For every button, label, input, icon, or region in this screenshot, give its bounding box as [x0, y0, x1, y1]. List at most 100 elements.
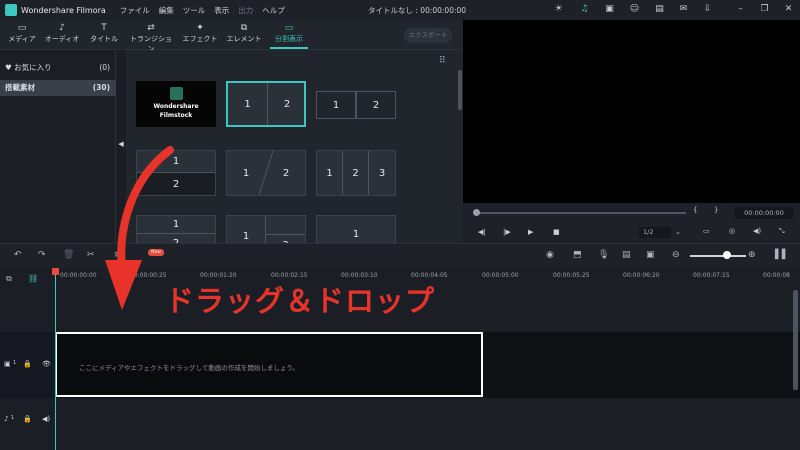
mark-out-icon[interactable]: } — [714, 206, 718, 214]
save-icon[interactable]: ▤ — [654, 4, 665, 15]
app-name: Wondershare Filmora — [21, 5, 106, 15]
split-preset-single[interactable]: 1 — [316, 215, 396, 243]
timeline-scrollbar[interactable] — [793, 290, 798, 390]
playhead[interactable] — [55, 268, 56, 450]
menu-help[interactable]: ヘルプ — [262, 5, 285, 16]
lock-icon[interactable]: 🔒 — [23, 360, 32, 368]
zoom-in-icon[interactable]: ⊕ — [748, 250, 756, 260]
category-sidebar: ♥ お気に入り (0) 搭載素材 (30) — [0, 50, 116, 243]
grid-view-icon[interactable]: ⠿ — [439, 56, 446, 66]
grid-scrollbar[interactable] — [458, 70, 462, 110]
eye-icon[interactable]: 👁 — [42, 360, 51, 368]
ruler-tick: 00:00:00:00 — [60, 272, 97, 279]
lock-icon[interactable]: 🔒 — [23, 415, 32, 423]
transition-icon: ⇄ — [147, 23, 155, 33]
account-icon[interactable]: ☺ — [629, 4, 640, 15]
tab-title[interactable]: T タイトル — [82, 22, 126, 44]
menu-tools[interactable]: ツール — [183, 5, 206, 16]
zoom-out-icon[interactable]: ⊖ — [672, 250, 680, 260]
delete-icon[interactable]: 🗑 — [63, 250, 74, 260]
audio-track-icon: ♪ — [4, 415, 9, 423]
menu-edit[interactable]: 編集 — [159, 5, 174, 16]
title-bar: Wondershare Filmora ファイル 編集 ツール 表示 出力 ヘル… — [0, 0, 800, 20]
preview-scrubber[interactable] — [476, 212, 686, 214]
split-preset-2-vertical[interactable]: 1 2 — [226, 81, 306, 127]
zoom-slider-track[interactable] — [690, 255, 746, 257]
menu-export[interactable]: 出力 — [238, 5, 253, 16]
volume-icon[interactable]: ◀) — [753, 227, 761, 235]
video-track-icon: ▣ — [4, 360, 11, 368]
monitor-icon[interactable]: ▭ — [703, 227, 710, 235]
ruler-tick: 00:00:08 — [763, 272, 790, 279]
panel-toggle-icon[interactable]: ▌▌ — [775, 250, 789, 260]
stop-icon[interactable]: ■ — [553, 228, 560, 236]
ruler-tick: 00:00:06:20 — [623, 272, 660, 279]
snapshot-icon[interactable]: ◎ — [729, 227, 735, 235]
split-preset-3-vertical[interactable]: 1 2 3 — [316, 150, 396, 196]
cut-icon[interactable]: ✂ — [87, 250, 95, 260]
gift-icon[interactable]: ▣ — [604, 4, 615, 15]
add-track-icon[interactable]: ⧉ — [6, 274, 12, 284]
step-play-icon[interactable]: |▶ — [503, 228, 511, 236]
speaker-icon[interactable]: ◀) — [42, 415, 50, 423]
bulb-icon[interactable]: ☀ — [553, 4, 564, 15]
scrubber-handle[interactable] — [473, 209, 480, 216]
voiceover-icon[interactable]: ▤ — [622, 250, 631, 260]
drag-and-drop-annotation: ドラッグ＆ドロップ — [165, 284, 436, 318]
quality-dropdown-icon[interactable]: ⌄ — [675, 228, 681, 236]
link-icon[interactable]: ⛓ — [28, 274, 38, 283]
tab-audio[interactable]: ♪ オーディオ — [40, 22, 84, 44]
active-tab-indicator — [270, 47, 308, 49]
heart-icon: ♥ — [5, 63, 12, 72]
ruler-tick: 00:00:05:00 — [482, 272, 519, 279]
play-icon[interactable]: ▶ — [528, 228, 533, 236]
menu-file[interactable]: ファイル — [120, 5, 150, 16]
playhead-handle[interactable] — [52, 268, 59, 275]
text-icon: T — [101, 23, 107, 33]
close-icon[interactable]: ✕ — [783, 4, 794, 15]
zoom-slider-handle[interactable] — [723, 251, 731, 259]
undo-icon[interactable]: ↶ — [14, 250, 22, 260]
redo-icon[interactable]: ↷ — [38, 250, 46, 260]
audio-track-number: 1 — [11, 415, 15, 421]
prev-frame-icon[interactable]: ◀| — [478, 228, 486, 236]
headset-icon[interactable]: ♫ — [579, 4, 590, 15]
playback-quality-select[interactable]: 1/2 — [639, 227, 671, 238]
effect-icon: ✦ — [196, 23, 204, 33]
render-icon[interactable]: ◉ — [546, 250, 554, 260]
tab-effect[interactable]: ✦ エフェクト — [178, 22, 222, 44]
split-preset-2-wide[interactable]: 1 2 — [316, 81, 396, 127]
export-button[interactable]: エクスポート — [404, 28, 452, 43]
tab-split-screen[interactable]: ▭ 分割表示 — [267, 22, 311, 44]
microphone-icon[interactable]: 🎙 — [598, 250, 609, 260]
music-note-icon: ♪ — [59, 23, 65, 33]
preview-screen — [463, 20, 800, 203]
sidebar-item-builtin[interactable]: 搭載素材 (30) — [0, 80, 116, 96]
filmstock-logo-icon — [170, 87, 183, 100]
media-drop-zone[interactable]: ここにメディアやエフェクトをドラッグして動画の作成を開始しましょう。 — [55, 332, 483, 397]
fullscreen-icon[interactable]: ⤡ — [779, 227, 785, 236]
video-track-number: 1 — [13, 360, 17, 366]
mail-icon[interactable]: ✉ — [678, 4, 689, 15]
split-screen-icon: ▭ — [284, 23, 294, 33]
folder-icon: ▭ — [17, 23, 27, 33]
document-title: タイトルなし : 00:00:00:00 — [368, 6, 467, 15]
ruler-tick: 00:00:07:15 — [693, 272, 730, 279]
audio-track[interactable] — [0, 398, 800, 442]
menu-view[interactable]: 表示 — [214, 5, 229, 16]
marker-icon[interactable]: ⬒ — [573, 250, 582, 260]
media-toolbar: ▭ メディア ♪ オーディオ T タイトル ⇄ トランジション ✦ エフェクト ⧉ エレメン… — [0, 20, 463, 53]
sidebar-item-favorites[interactable]: ♥ お気に入り (0) — [0, 60, 116, 76]
filmora-logo-icon — [5, 4, 17, 16]
restore-icon[interactable]: ❐ — [759, 4, 770, 15]
download-icon[interactable]: ⇩ — [702, 4, 713, 15]
drop-hint-text: ここにメディアやエフェクトをドラッグして動画の作成を開始しましょう。 — [79, 364, 299, 372]
minimize-icon[interactable]: – — [735, 4, 746, 15]
tab-media[interactable]: ▭ メディア — [0, 22, 44, 44]
tab-element[interactable]: ⧉ エレメント — [222, 22, 266, 44]
filmstock-thumbnail[interactable]: Wondershare Filmstock — [136, 81, 216, 127]
mark-in-icon[interactable]: { — [693, 206, 697, 214]
ruler-tick: 00:00:05:25 — [553, 272, 590, 279]
caption-icon[interactable]: ▣ — [646, 250, 655, 260]
element-icon: ⧉ — [240, 23, 248, 33]
